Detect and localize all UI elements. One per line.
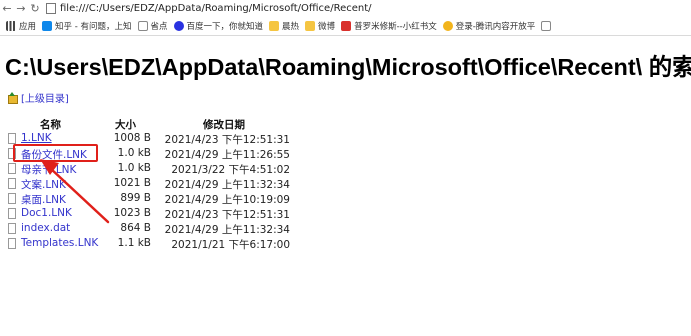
- annotation-arrow-icon: [40, 159, 110, 224]
